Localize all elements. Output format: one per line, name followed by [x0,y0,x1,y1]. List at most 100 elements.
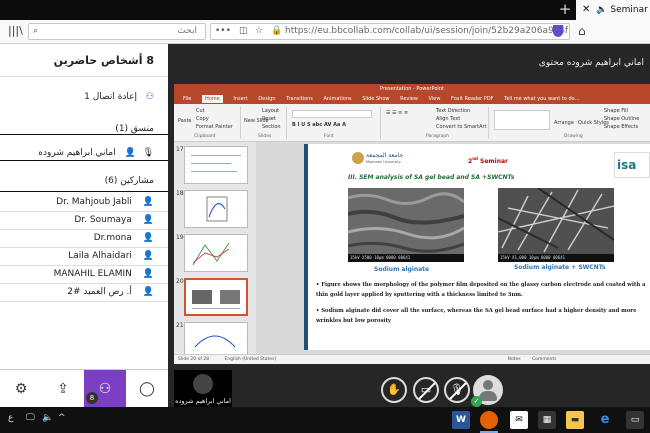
ribbon-group-font: Font [324,134,334,139]
participant-row[interactable]: Dr. Mahjoub Jabli 👤 [56,197,154,207]
close-tab-icon[interactable]: ✕ [582,4,590,15]
raise-hand-button[interactable]: ✋ [381,377,407,403]
home-icon[interactable]: ⌂ [578,24,586,38]
copy-button[interactable]: Copy [196,116,209,122]
font-name-box[interactable] [292,110,372,118]
file-explorer-icon[interactable]: ▬ [566,411,584,429]
ppt-menu-slideshow[interactable]: Slide Show [362,96,389,102]
notes-button[interactable]: Notes [508,357,521,362]
sem-image-sodium-alginate-swcnt: 15kV X1,000 10µm 0000 00641 [498,188,614,262]
participant-row[interactable]: أ. رص العميد #2 👤 [67,287,154,297]
paste-button[interactable]: Paste [178,118,192,124]
ppt-menu-animations[interactable]: Animations [324,96,352,102]
reconnect-icon: ⚇ [145,92,154,102]
section-button[interactable]: Section [262,124,281,130]
speaker-icon[interactable]: 🔈 [596,5,607,15]
ppt-menu-bar: File Home Insert Design Transitions Anim… [174,94,650,104]
hand-icon: ✋ [387,383,401,396]
paragraph-icons[interactable]: ☰ ☰ ≡ ≡ [386,110,408,116]
new-tab-button[interactable]: + [556,1,574,19]
participants-panel: 8 أشخاص حاضرين إعادة اتصال 1 ⚇ منسق (1) … [0,44,168,369]
word-app-icon[interactable]: W [452,411,470,429]
tab-title: Seminar - Bb [610,5,650,15]
camera-toggle-button[interactable]: ▭ [413,377,439,403]
search-input[interactable]: ⌕ ابحث [28,23,206,40]
divider [0,283,168,284]
volume-icon[interactable]: 🔈 [42,413,53,423]
participant-row[interactable]: Dr.mona 👤 [94,233,154,243]
page-actions-icon[interactable]: ••• [215,24,231,39]
moderator-row[interactable]: اماني ابراهيم شروده 👤 🎙 [38,148,154,158]
collab-panel-tabs: ⚙ ⇪ ⚇ 8 ◯ [0,369,168,408]
format-painter-button[interactable]: Format Painter [196,124,233,130]
cut-button[interactable]: Cut [196,108,205,114]
slide-thumbnail[interactable] [184,190,248,228]
ppt-menu-home[interactable]: Home [201,95,223,103]
ribbon-group-paragraph: Paragraph [426,134,450,139]
person-icon: 👤 [142,251,154,261]
thumbnail-number: 20 [176,278,184,285]
sem-texture [498,188,614,254]
reconnect-row[interactable]: إعادة اتصال 1 ⚇ [84,92,154,102]
ppt-menu-transitions[interactable]: Transitions [286,96,313,102]
network-icon[interactable]: 🖵 [26,413,35,423]
shape-outline-button[interactable]: Shape Outline [604,116,639,122]
align-text-button[interactable]: Align Text [436,116,460,122]
slide-thumbnail[interactable] [184,146,248,184]
thumb-line [191,163,231,164]
share-content-icon[interactable]: ⇪ [42,370,84,408]
store-app-icon[interactable]: ▦ [538,411,556,429]
active-speaker-label: اماني ابراهيم شروده محتوى [538,58,644,68]
shapes-gallery[interactable] [494,110,550,130]
ppt-menu-file[interactable]: File [183,96,191,102]
participant-row[interactable]: Dr. Soumaya 👤 [74,215,154,225]
ppt-menu-review[interactable]: Review [400,96,418,102]
participant-name: Dr.mona [93,233,132,243]
pocket-icon[interactable]: ◫ [239,24,248,39]
bookmark-star-icon[interactable]: ☆ [255,24,263,39]
self-video-tile[interactable]: اماني ابراهيم شروده [174,370,232,407]
ppt-menu-insert[interactable]: Insert [233,96,247,102]
chat-icon[interactable]: ◯ [126,370,168,408]
ribbon-separator [488,107,489,139]
divider [0,191,168,192]
language-indicator[interactable]: ع [8,413,13,423]
layout-button[interactable]: Layout [262,108,279,114]
shape-effects-button[interactable]: Shape Effects [604,124,638,130]
shape-fill-button[interactable]: Shape Fill [604,108,628,114]
slide[interactable]: جامعة المجمعة Majmaah University 2nd Sem… [304,144,650,350]
task-view-icon[interactable]: ▭ [626,411,644,429]
edge-app-icon[interactable]: e [596,411,614,429]
ppt-menu-view[interactable]: View [429,96,441,102]
firefox-app-icon[interactable] [480,411,498,433]
divider [0,76,168,77]
comments-button[interactable]: Comments [532,357,556,362]
settings-gear-icon[interactable]: ⚙ [0,370,42,408]
participant-row[interactable]: Laila Alhaidari 👤 [68,251,154,261]
arrange-button[interactable]: Arrange [554,120,574,126]
tracking-shield-icon[interactable] [553,25,563,37]
participants-header: مشاركين (6) [104,176,154,186]
convert-smartart-button[interactable]: Convert to SmartArt [436,124,487,130]
address-bar[interactable]: ••• ◫ ☆ 🔒 https://eu.bbcollab.com/collab… [210,23,570,40]
ppt-tell-me[interactable]: Tell me what you want to do... [504,96,579,102]
slide-thumbnail[interactable] [184,234,248,272]
reset-button[interactable]: Reset [262,116,276,122]
chevron-up-icon[interactable]: ^ [58,413,66,423]
self-name: اماني ابراهيم شروده [175,397,231,405]
font-formatting-icons[interactable]: B I U S abc AV Aa A [292,122,346,128]
microphone-toggle-button[interactable]: 🎙 [444,377,470,403]
ppt-menu-foxit[interactable]: Foxit Reader PDF [451,96,494,102]
text-direction-button[interactable]: Text Direction [436,108,470,114]
participant-row[interactable]: MANAHIL ELAMIN 👤 [54,269,154,279]
mail-app-icon[interactable]: ✉ [510,411,528,429]
logo-emblem [352,152,364,164]
slide-thumbnail-selected[interactable] [184,278,248,316]
my-status-button[interactable]: ✓ [471,375,503,407]
browser-tab[interactable]: ✕ 🔈 Seminar - Bb [576,0,650,20]
ppt-menu-design[interactable]: Design [258,96,275,102]
microphone-icon: 🎙 [142,148,154,158]
attendee-count-badge: 8 [86,392,98,404]
ribbon-separator [240,107,241,139]
library-icon[interactable]: |||\ [8,24,23,37]
